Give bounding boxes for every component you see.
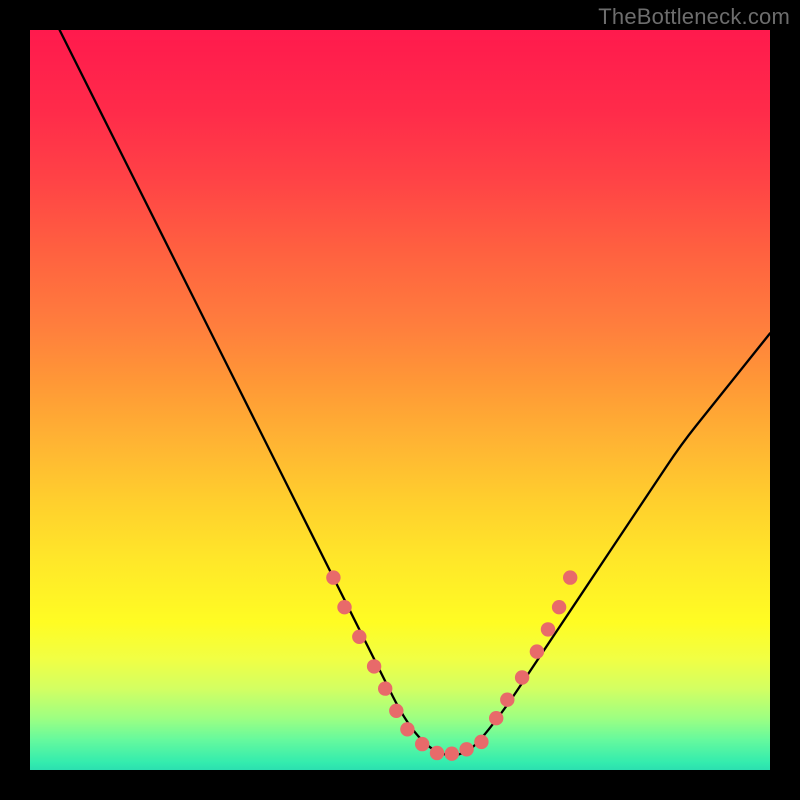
curve-marker [378,681,392,695]
curve-marker [552,600,566,614]
curve-marker [337,600,351,614]
watermark-text: TheBottleneck.com [598,4,790,30]
curve-marker [415,737,429,751]
curve-marker [367,659,381,673]
curve-marker [489,711,503,725]
curve-marker [500,693,514,707]
curve-marker [530,644,544,658]
curve-marker [563,570,577,584]
curve-marker [541,622,555,636]
curve-marker [400,722,414,736]
curve-marker [389,704,403,718]
curve-marker [326,570,340,584]
plot-area [30,30,770,770]
curve-marker [474,735,488,749]
chart-svg [30,30,770,770]
curve-markers [326,570,577,761]
curve-marker [445,747,459,761]
curve-marker [459,742,473,756]
curve-marker [515,670,529,684]
bottleneck-curve [60,30,770,755]
curve-marker [352,630,366,644]
chart-frame: TheBottleneck.com [0,0,800,800]
curve-marker [430,746,444,760]
